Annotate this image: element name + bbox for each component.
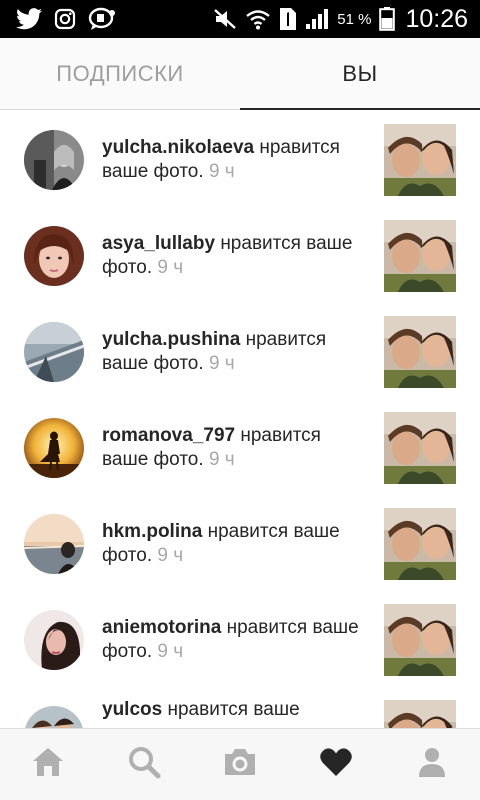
notification-text: yulcha.nikolaeva нравится ваше фото. 9 ч <box>102 136 370 184</box>
camera-icon <box>222 747 258 782</box>
clock: 10:26 <box>405 4 468 33</box>
mute-icon <box>213 8 237 30</box>
notification-item[interactable]: yulcha.pushina нравится ваше фото. 9 ч <box>0 302 480 398</box>
tab-following[interactable]: ПОДПИСКИ <box>0 38 240 109</box>
battery-percent: 51 % <box>337 10 372 28</box>
search-icon <box>127 745 161 784</box>
notification-text: yulcos нравится ваше <box>102 698 370 722</box>
notification-text: yulcha.pushina нравится ваше фото. 9 ч <box>102 328 370 376</box>
avatar[interactable] <box>24 226 84 286</box>
post-thumbnail[interactable] <box>384 700 456 728</box>
notification-text: aniemotorina нравится ваше фото. 9 ч <box>102 616 370 664</box>
notification-text: romanova_797 нравится ваше фото. 9 ч <box>102 424 370 472</box>
username[interactable]: romanova_797 <box>102 425 235 446</box>
sim-1-icon <box>279 7 297 31</box>
nav-profile[interactable] <box>384 729 480 800</box>
nav-search[interactable] <box>96 729 192 800</box>
timestamp: 9 ч <box>157 257 184 278</box>
post-thumbnail[interactable] <box>384 220 456 292</box>
username[interactable]: yulcha.pushina <box>102 329 240 350</box>
activity-screen: 51 % 10:26 ПОДПИСКИ ВЫ yulcha.nikolaeva … <box>0 0 480 800</box>
home-icon <box>31 746 65 783</box>
notification-list: yulcha.nikolaeva нравится ваше фото. 9 ч… <box>0 110 480 728</box>
action-text: нравится ваше <box>167 699 300 720</box>
battery-icon <box>379 7 396 31</box>
timestamp: 9 ч <box>208 449 235 470</box>
timestamp: 9 ч <box>208 353 235 374</box>
tab-you[interactable]: ВЫ <box>240 38 480 110</box>
timestamp: 9 ч <box>157 641 184 662</box>
notification-text: hkm.polina нравится ваше фото. 9 ч <box>102 520 370 568</box>
activity-tabs: ПОДПИСКИ ВЫ <box>0 38 480 110</box>
instagram-icon <box>54 8 76 30</box>
notification-text: asya_lullaby нравится ваше фото. 9 ч <box>102 232 370 280</box>
post-thumbnail[interactable] <box>384 604 456 676</box>
avatar[interactable] <box>24 610 84 670</box>
signal-icon <box>305 8 329 30</box>
nav-home[interactable] <box>0 729 96 800</box>
profile-icon <box>416 746 448 783</box>
username[interactable]: aniemotorina <box>102 617 221 638</box>
twitter-icon <box>16 8 42 30</box>
nav-camera[interactable] <box>192 729 288 800</box>
bottom-nav <box>0 728 480 800</box>
username[interactable]: asya_lullaby <box>102 233 215 254</box>
notification-item[interactable]: romanova_797 нравится ваше фото. 9 ч <box>0 398 480 494</box>
timestamp: 9 ч <box>157 545 184 566</box>
avatar[interactable] <box>24 322 84 382</box>
post-thumbnail[interactable] <box>384 124 456 196</box>
post-thumbnail[interactable] <box>384 412 456 484</box>
avatar[interactable] <box>24 130 84 190</box>
message-icon <box>88 7 116 31</box>
post-thumbnail[interactable] <box>384 316 456 388</box>
username[interactable]: yulcos <box>102 699 162 720</box>
nav-activity[interactable] <box>288 729 384 800</box>
avatar[interactable] <box>24 514 84 574</box>
heart-icon <box>319 747 353 782</box>
notification-item[interactable]: hkm.polina нравится ваше фото. 9 ч <box>0 494 480 590</box>
notification-item[interactable]: yulcos нравится ваше <box>0 686 480 728</box>
notification-item[interactable]: yulcha.nikolaeva нравится ваше фото. 9 ч <box>0 110 480 206</box>
wifi-icon <box>245 8 271 30</box>
timestamp: 9 ч <box>208 161 235 182</box>
notification-item[interactable]: aniemotorina нравится ваше фото. 9 ч <box>0 590 480 686</box>
username[interactable]: yulcha.nikolaeva <box>102 137 254 158</box>
avatar[interactable] <box>24 418 84 478</box>
status-bar: 51 % 10:26 <box>0 0 480 38</box>
notification-item[interactable]: asya_lullaby нравится ваше фото. 9 ч <box>0 206 480 302</box>
username[interactable]: hkm.polina <box>102 521 202 542</box>
avatar[interactable] <box>24 706 84 728</box>
post-thumbnail[interactable] <box>384 508 456 580</box>
